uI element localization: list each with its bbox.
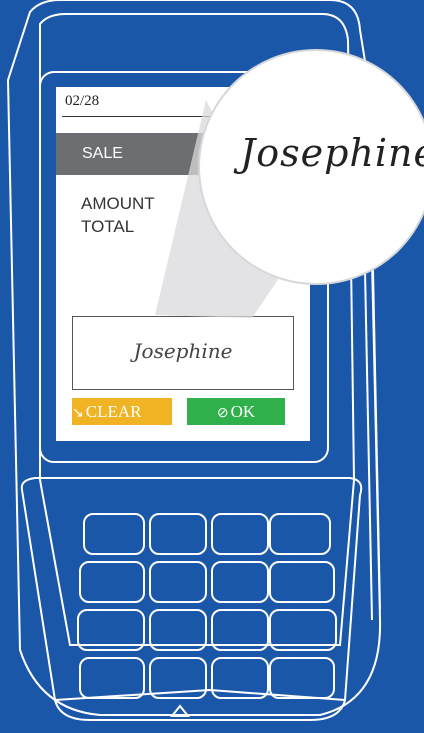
- magnified-signature: Josephine: [240, 131, 424, 175]
- signature-magnifier: Josephine: [200, 51, 424, 283]
